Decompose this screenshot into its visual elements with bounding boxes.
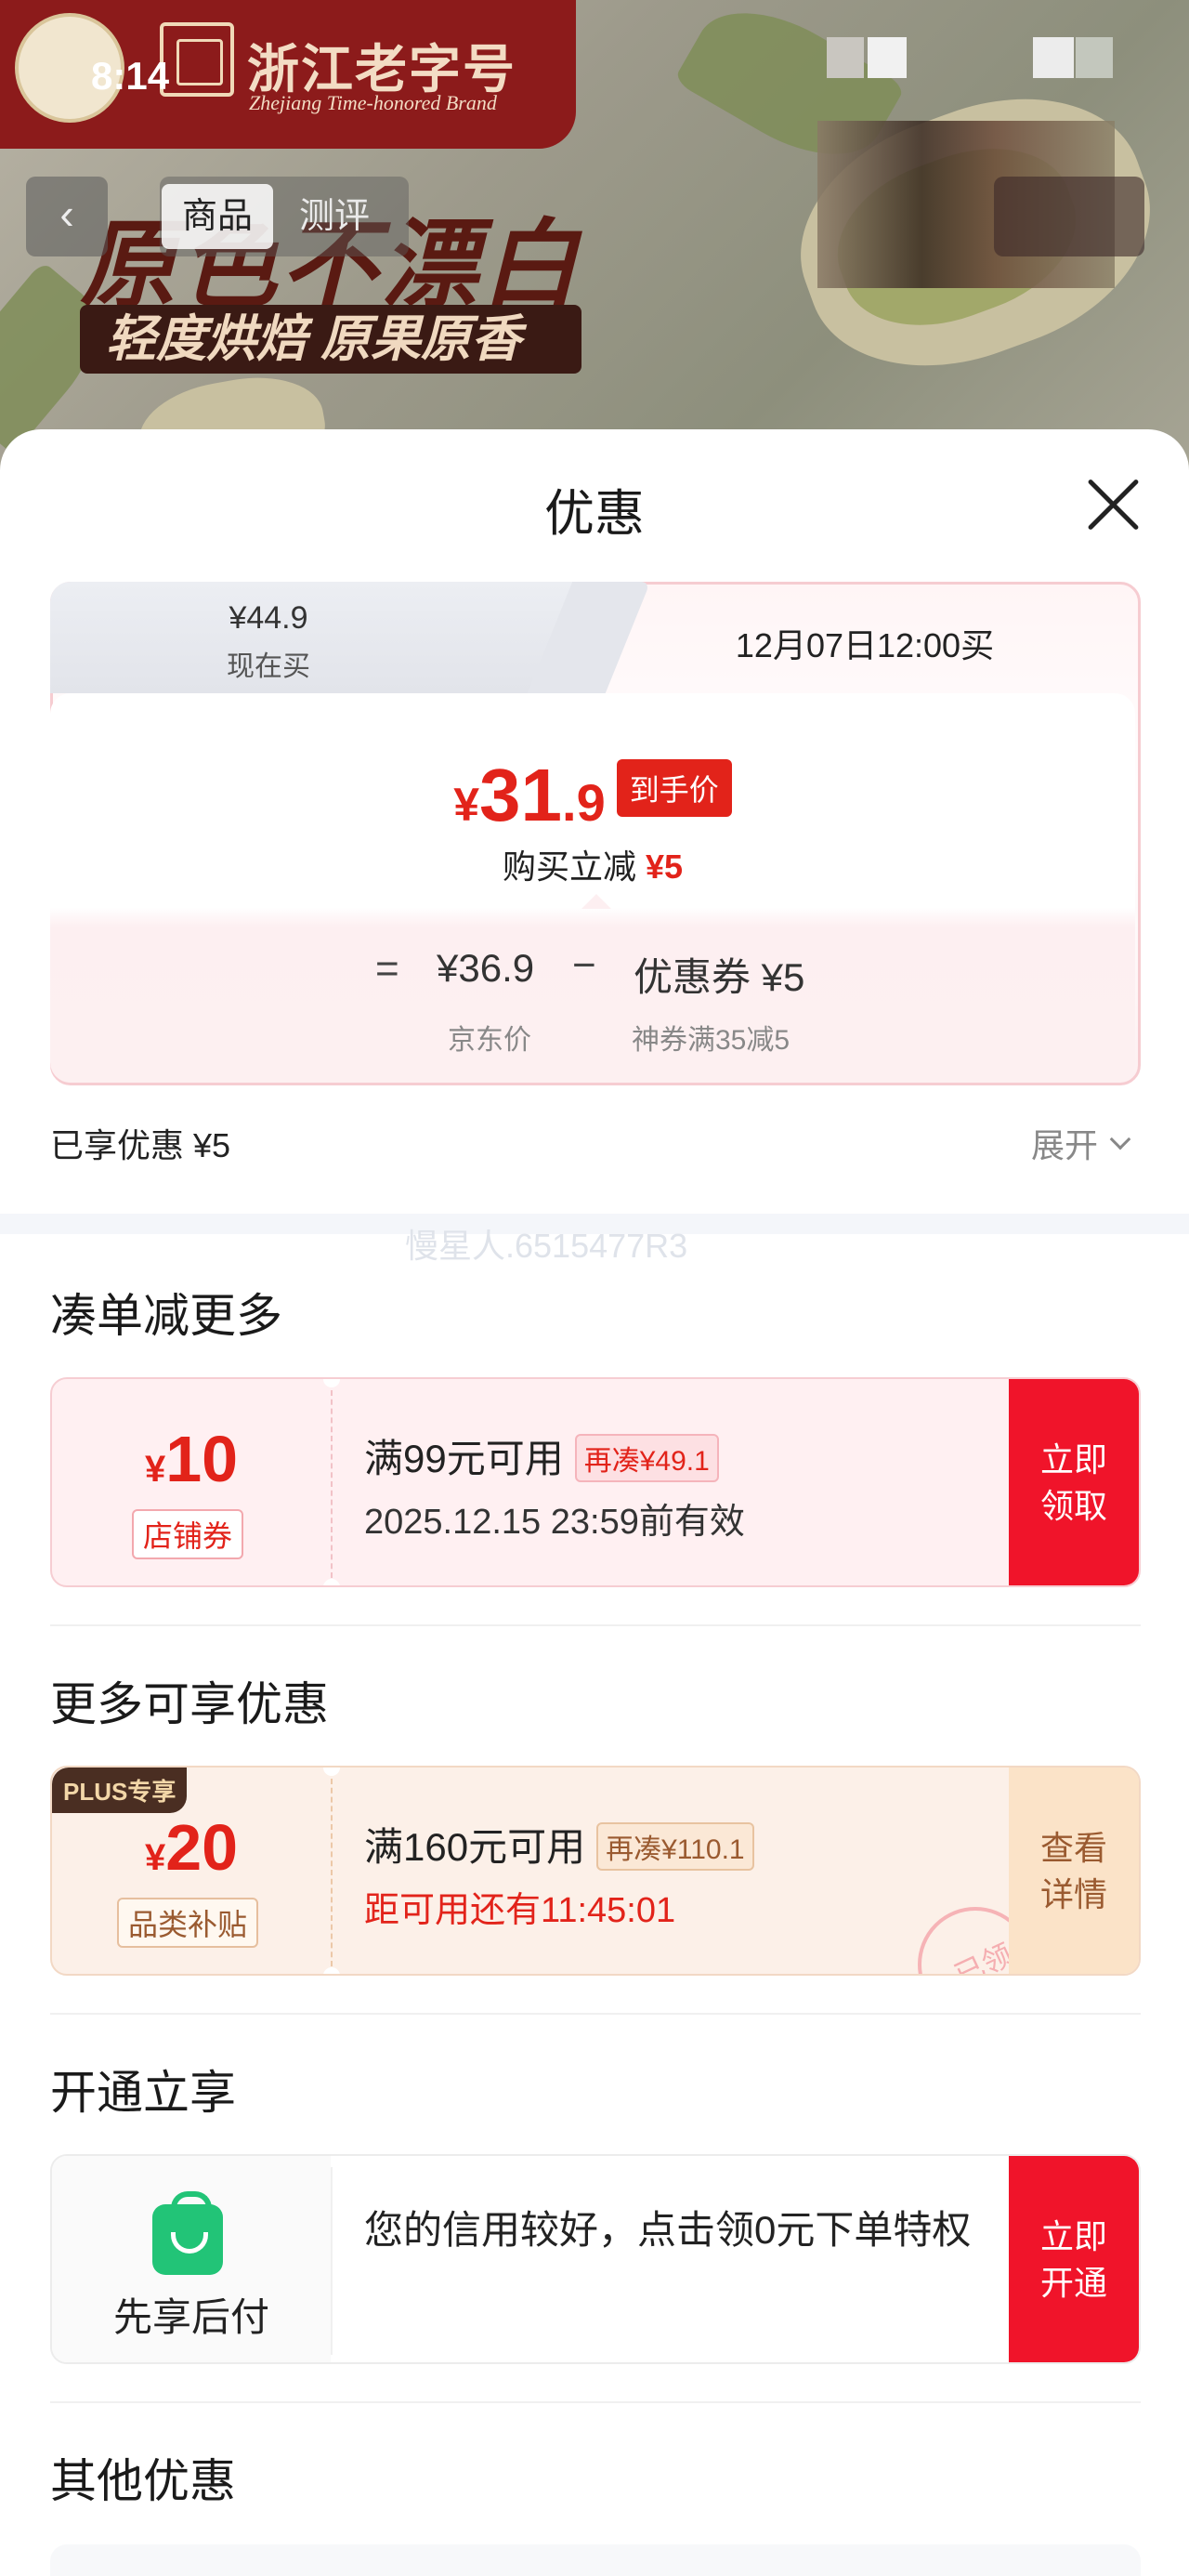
row-divider (50, 1624, 1141, 1626)
other-benefits-card (50, 2544, 1141, 2576)
store-coupon-card: ¥10 店铺券 满99元可用 再凑¥49.1 2025.12.15 23:59前有… (50, 1377, 1141, 1587)
close-icon[interactable] (1083, 474, 1144, 535)
banner-sub-slogan: 轻度烘焙 原果原香 (80, 305, 581, 374)
card-divider (331, 2167, 333, 2355)
coupon-discount: 优惠券 ¥5 (634, 955, 805, 999)
product-nav-tabs: 商品 测评 (160, 177, 409, 256)
pay-later-text: 您的信用较好，点击领0元下单特权 (364, 2208, 972, 2252)
price-card-body: ¥31.9 到手价 购买立减 ¥5 = ¥36.9 − 优惠券 ¥5 京东价 神券… (50, 693, 1135, 1083)
view-details-button[interactable]: 查看 详情 (1009, 1768, 1139, 1974)
chevron-down-icon[interactable] (1109, 1128, 1131, 1150)
coupon-extra-tag: 再凑¥110.1 (596, 1821, 754, 1871)
jd-price: ¥36.9 (437, 946, 535, 990)
pay-later-brand: 先享后付 (52, 2156, 331, 2362)
sheet-title: 优惠 (544, 486, 645, 542)
brand-header: 浙江老字号 Zhejiang Time-honored Brand (0, 0, 576, 149)
card-notch (581, 894, 611, 909)
plus-coupon-card: PLUS专享 ¥20 品类补贴 满160元可用 再凑¥110.1 距可用还有11:… (50, 1766, 1141, 1976)
section-title-open-now: 开通立享 (50, 2067, 236, 2119)
coupon-extra-tag: 再凑¥49.1 (574, 1433, 719, 1482)
pay-later-card: 先享后付 您的信用较好，点击领0元下单特权 立即 开通 (50, 2154, 1141, 2364)
coupon-amount: ¥20 (144, 1811, 239, 1884)
coupon-type-tag: 品类补贴 (117, 1898, 259, 1948)
coupon-condition: 满160元可用 再凑¥110.1 (364, 1816, 754, 1874)
coupon-amount: ¥10 (144, 1423, 239, 1495)
claim-coupon-button[interactable]: 立即 领取 (1009, 1379, 1139, 1585)
enjoyed-discount: 已享优惠 ¥5 (50, 1126, 231, 1164)
row-divider (50, 2013, 1141, 2015)
jd-price-label: 京东价 (448, 1025, 531, 1056)
instant-cut: 购买立减 ¥5 (50, 840, 1135, 888)
coupon-divider (331, 1779, 333, 1966)
coupon-hole (323, 1579, 340, 1585)
final-price-row: ¥31.9 到手价 (50, 753, 1135, 838)
product-banner-background: 浙江老字号 Zhejiang Time-honored Brand 8:14 原… (0, 0, 1189, 483)
buy-now-price: ¥44.9 (229, 600, 308, 636)
tab-review[interactable]: 测评 (299, 177, 370, 256)
minus-sign: − (572, 942, 596, 988)
tab-buy-later[interactable]: 12月07日12:00买 (589, 582, 1141, 693)
instant-cut-label: 购买立减 (502, 848, 636, 886)
price-card: ¥44.9 现在买 12月07日12:00买 ¥31.9 到手价 购买立减 ¥5 … (50, 582, 1141, 1085)
section-title-more-benefits: 更多可享优惠 (50, 1678, 329, 1730)
brand-seal-icon (160, 22, 234, 97)
watermark: 慢星人.6515477R3 (405, 1227, 688, 1265)
coupon-label: 神券满35减5 (632, 1025, 790, 1056)
buy-later-label: 12月07日12:00买 (735, 626, 995, 664)
chevron-left-icon: ‹ (59, 190, 74, 238)
tab-product[interactable]: 商品 (162, 184, 273, 249)
final-price: ¥31.9 (453, 754, 606, 836)
coupon-type-tag: 店铺券 (132, 1509, 244, 1559)
back-button[interactable]: ‹ (26, 177, 108, 256)
expand-button[interactable]: 展开 (1031, 1119, 1098, 1167)
tab-buy-now[interactable]: ¥44.9 现在买 (50, 582, 589, 693)
coupon-value: ¥10 店铺券 (52, 1379, 331, 1585)
status-bar-time: 8:14 (91, 54, 170, 98)
final-price-badge: 到手价 (616, 759, 732, 817)
activate-button[interactable]: 立即 开通 (1009, 2156, 1139, 2362)
coupon-divider (331, 1390, 333, 1578)
shopping-bag-icon (152, 2191, 223, 2275)
pay-later-label: 先享后付 (112, 2295, 269, 2339)
instant-cut-amount: ¥5 (645, 848, 684, 886)
section-title-more-order: 凑单减更多 (50, 1290, 282, 1342)
section-title-other: 其他优惠 (50, 2455, 236, 2507)
discount-sheet: 优惠 ¥44.9 现在买 12月07日12:00买 ¥31.9 到手价 购买立减 … (0, 429, 1189, 2576)
coupon-hole (323, 1967, 340, 1974)
coupon-validity: 2025.12.15 23:59前有效 (364, 1503, 745, 1542)
equals-sign: = (375, 946, 399, 992)
row-divider (50, 2401, 1141, 2403)
pixelated-area (827, 37, 864, 78)
coupon-condition: 满99元可用 再凑¥49.1 (364, 1427, 719, 1486)
plus-badge: PLUS专享 (52, 1768, 188, 1813)
brand-name-english: Zhejiang Time-honored Brand (249, 91, 497, 114)
pixelated-area (1033, 37, 1074, 78)
coupon-countdown: 距可用还有11:45:01 (364, 1891, 676, 1930)
pixelated-area (868, 37, 907, 78)
pixelated-area (1076, 37, 1113, 78)
nav-right-actions[interactable] (994, 177, 1144, 256)
buy-now-label: 现在买 (227, 651, 310, 682)
